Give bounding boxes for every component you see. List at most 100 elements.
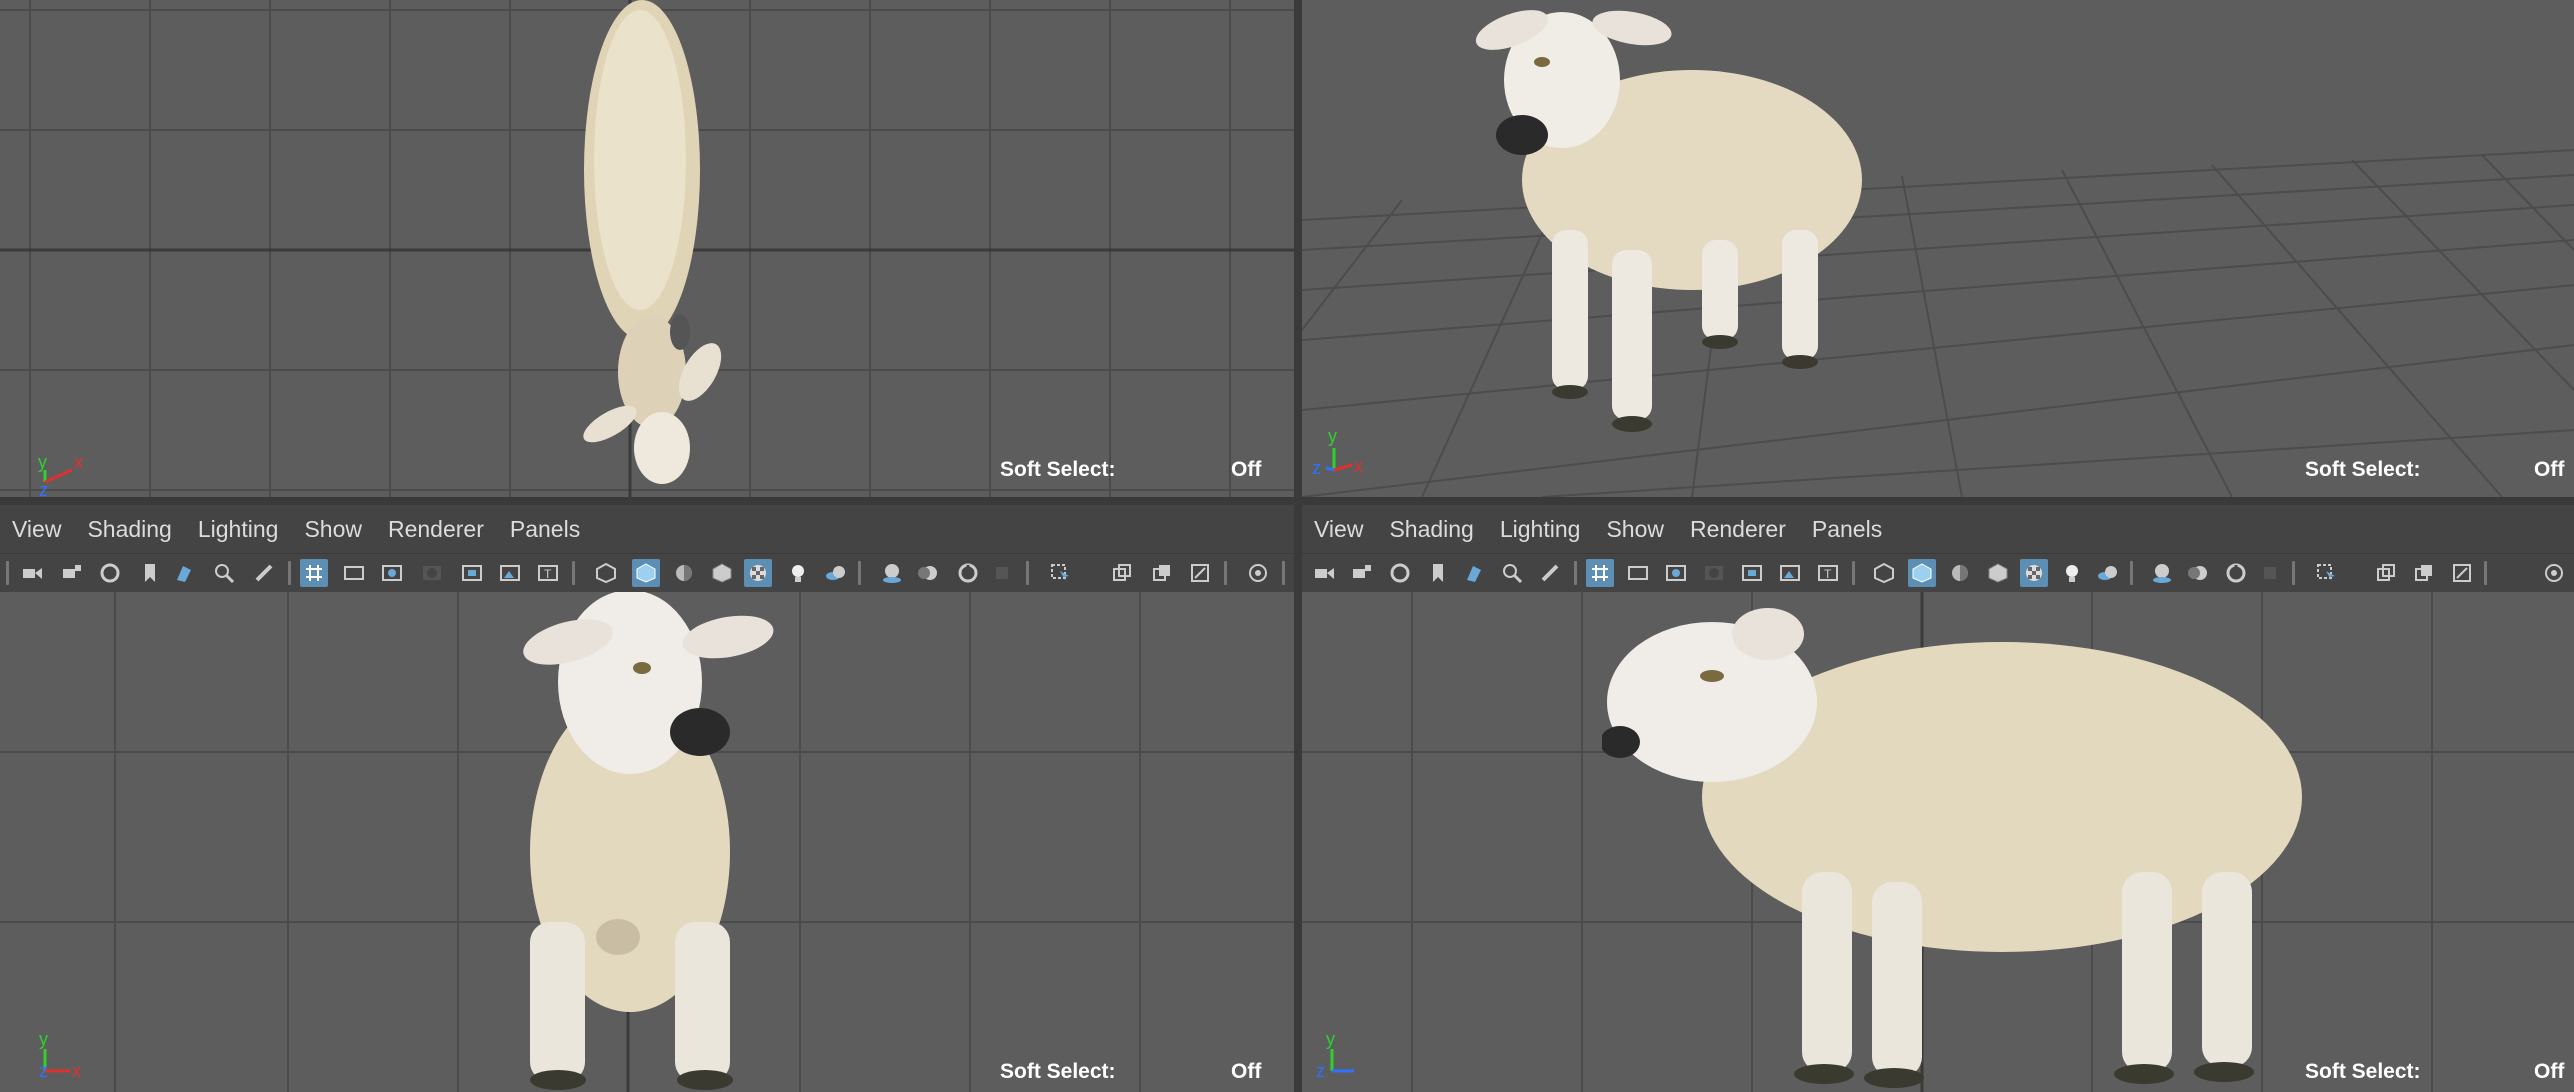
safe-action-icon[interactable] [496, 559, 524, 587]
film-gate-icon[interactable] [340, 559, 368, 587]
motion-blur-icon[interactable] [914, 559, 942, 587]
track-camera-icon[interactable] [1498, 559, 1526, 587]
image-plane-icon[interactable] [1460, 559, 1488, 587]
isolate-select-icon[interactable] [2312, 559, 2340, 587]
viewport-top[interactable]: y x z Soft Select: Off [0, 0, 1294, 497]
xray-icon[interactable] [2372, 559, 2400, 587]
toolbar-separator [2292, 561, 2295, 585]
image-plane-icon[interactable] [170, 559, 198, 587]
menu-show[interactable]: Show [1606, 516, 1664, 543]
gate-mask-icon[interactable] [418, 559, 446, 587]
sheep-persp-model[interactable] [1452, 0, 1872, 440]
toolbar-separator [1282, 561, 1285, 585]
menu-lighting[interactable]: Lighting [198, 516, 279, 543]
use-all-lights-icon[interactable] [784, 559, 812, 587]
sheep-top-model[interactable] [540, 0, 760, 497]
bookmark-icon[interactable] [136, 559, 164, 587]
safe-title-icon[interactable]: T [1814, 559, 1842, 587]
grid-icon[interactable] [300, 559, 328, 587]
axis-z-label: z [39, 480, 48, 497]
svg-text:T: T [544, 567, 552, 581]
xray-components-icon[interactable] [2448, 559, 2476, 587]
anti-alias-icon[interactable] [2222, 559, 2250, 587]
shadows-icon[interactable] [822, 559, 850, 587]
menu-view[interactable]: View [12, 516, 61, 543]
resolution-gate-icon[interactable] [1662, 559, 1690, 587]
xray-icon[interactable] [1108, 559, 1136, 587]
wireframe-on-shaded-icon[interactable] [1984, 559, 2012, 587]
panel-toolbar: T [1302, 553, 2574, 593]
resolution-gate-icon[interactable] [378, 559, 406, 587]
menu-show[interactable]: Show [304, 516, 362, 543]
grid-icon[interactable] [1586, 559, 1614, 587]
soft-select-label: Soft Select: [1000, 458, 1116, 481]
viewport-front[interactable]: y x z Soft Select: Off [0, 592, 1294, 1092]
wireframe-on-shaded-icon[interactable] [708, 559, 736, 587]
soft-select-label: Soft Select: [2305, 458, 2421, 481]
screen-space-ao-icon[interactable] [2148, 559, 2176, 587]
anti-alias-icon[interactable] [954, 559, 982, 587]
isolate-select-icon[interactable] [1046, 559, 1074, 587]
axis-y-label: y [39, 1029, 48, 1049]
soft-select-value: Off [2534, 1060, 2565, 1083]
textured-icon[interactable] [744, 559, 772, 587]
toolbar-separator [572, 561, 575, 585]
xray-joints-icon[interactable] [1148, 559, 1176, 587]
toolbar-separator [288, 561, 291, 585]
camera-lock-icon[interactable] [58, 559, 86, 587]
default-material-icon[interactable] [1946, 559, 1974, 587]
shadows-icon[interactable] [2094, 559, 2122, 587]
camera-icon[interactable] [1310, 559, 1338, 587]
screen-space-ao-icon[interactable] [878, 559, 906, 587]
menu-lighting[interactable]: Lighting [1500, 516, 1581, 543]
toolbar-separator [1574, 561, 1577, 585]
soft-select-label: Soft Select: [2305, 1060, 2421, 1083]
menu-renderer[interactable]: Renderer [388, 516, 484, 543]
motion-blur-icon[interactable] [2184, 559, 2212, 587]
gate-mask-icon[interactable] [1700, 559, 1728, 587]
menu-shading[interactable]: Shading [1389, 516, 1473, 543]
camera-attributes-icon[interactable] [96, 559, 124, 587]
film-gate-icon[interactable] [1624, 559, 1652, 587]
textured-icon[interactable] [2020, 559, 2048, 587]
grease-pencil-icon[interactable] [250, 559, 278, 587]
track-camera-icon[interactable] [210, 559, 238, 587]
wireframe-icon[interactable] [1870, 559, 1898, 587]
safe-title-icon[interactable]: T [534, 559, 562, 587]
camera-icon[interactable] [18, 559, 46, 587]
bookmark-icon[interactable] [1424, 559, 1452, 587]
viewport-side[interactable]: y z Soft Select: Off [1302, 592, 2574, 1092]
use-all-lights-icon[interactable] [2058, 559, 2086, 587]
menu-renderer[interactable]: Renderer [1690, 516, 1786, 543]
exposure-icon[interactable] [2540, 559, 2568, 587]
sheep-front-model[interactable] [500, 592, 800, 1092]
pane-divider-vertical[interactable] [1294, 0, 1302, 1092]
safe-action-icon[interactable] [1776, 559, 1804, 587]
depth-of-field-icon[interactable] [2256, 559, 2284, 587]
panel-toolbar: T [0, 553, 1294, 593]
xray-components-icon[interactable] [1186, 559, 1214, 587]
sheep-side-model[interactable] [1602, 592, 2322, 1092]
pane-divider-horizontal[interactable] [0, 497, 2574, 505]
xray-joints-icon[interactable] [2410, 559, 2438, 587]
depth-of-field-icon[interactable] [988, 559, 1016, 587]
field-chart-icon[interactable] [1738, 559, 1766, 587]
wireframe-icon[interactable] [592, 559, 620, 587]
axis-indicator: y x z [1312, 426, 1363, 478]
menu-shading[interactable]: Shading [87, 516, 171, 543]
smooth-shade-icon[interactable] [632, 559, 660, 587]
camera-attributes-icon[interactable] [1386, 559, 1414, 587]
axis-x-label: x [74, 452, 83, 472]
menu-view[interactable]: View [1314, 516, 1363, 543]
field-chart-icon[interactable] [458, 559, 486, 587]
panel-side: View Shading Lighting Show Renderer Pane… [1302, 505, 2574, 1092]
camera-lock-icon[interactable] [1348, 559, 1376, 587]
smooth-shade-icon[interactable] [1908, 559, 1936, 587]
default-material-icon[interactable] [670, 559, 698, 587]
axis-indicator: y x z [39, 1029, 81, 1081]
menu-panels[interactable]: Panels [1812, 516, 1882, 543]
exposure-icon[interactable] [1244, 559, 1272, 587]
viewport-persp[interactable]: y x z Soft Select: Off [1302, 0, 2574, 497]
grease-pencil-icon[interactable] [1536, 559, 1564, 587]
menu-panels[interactable]: Panels [510, 516, 580, 543]
